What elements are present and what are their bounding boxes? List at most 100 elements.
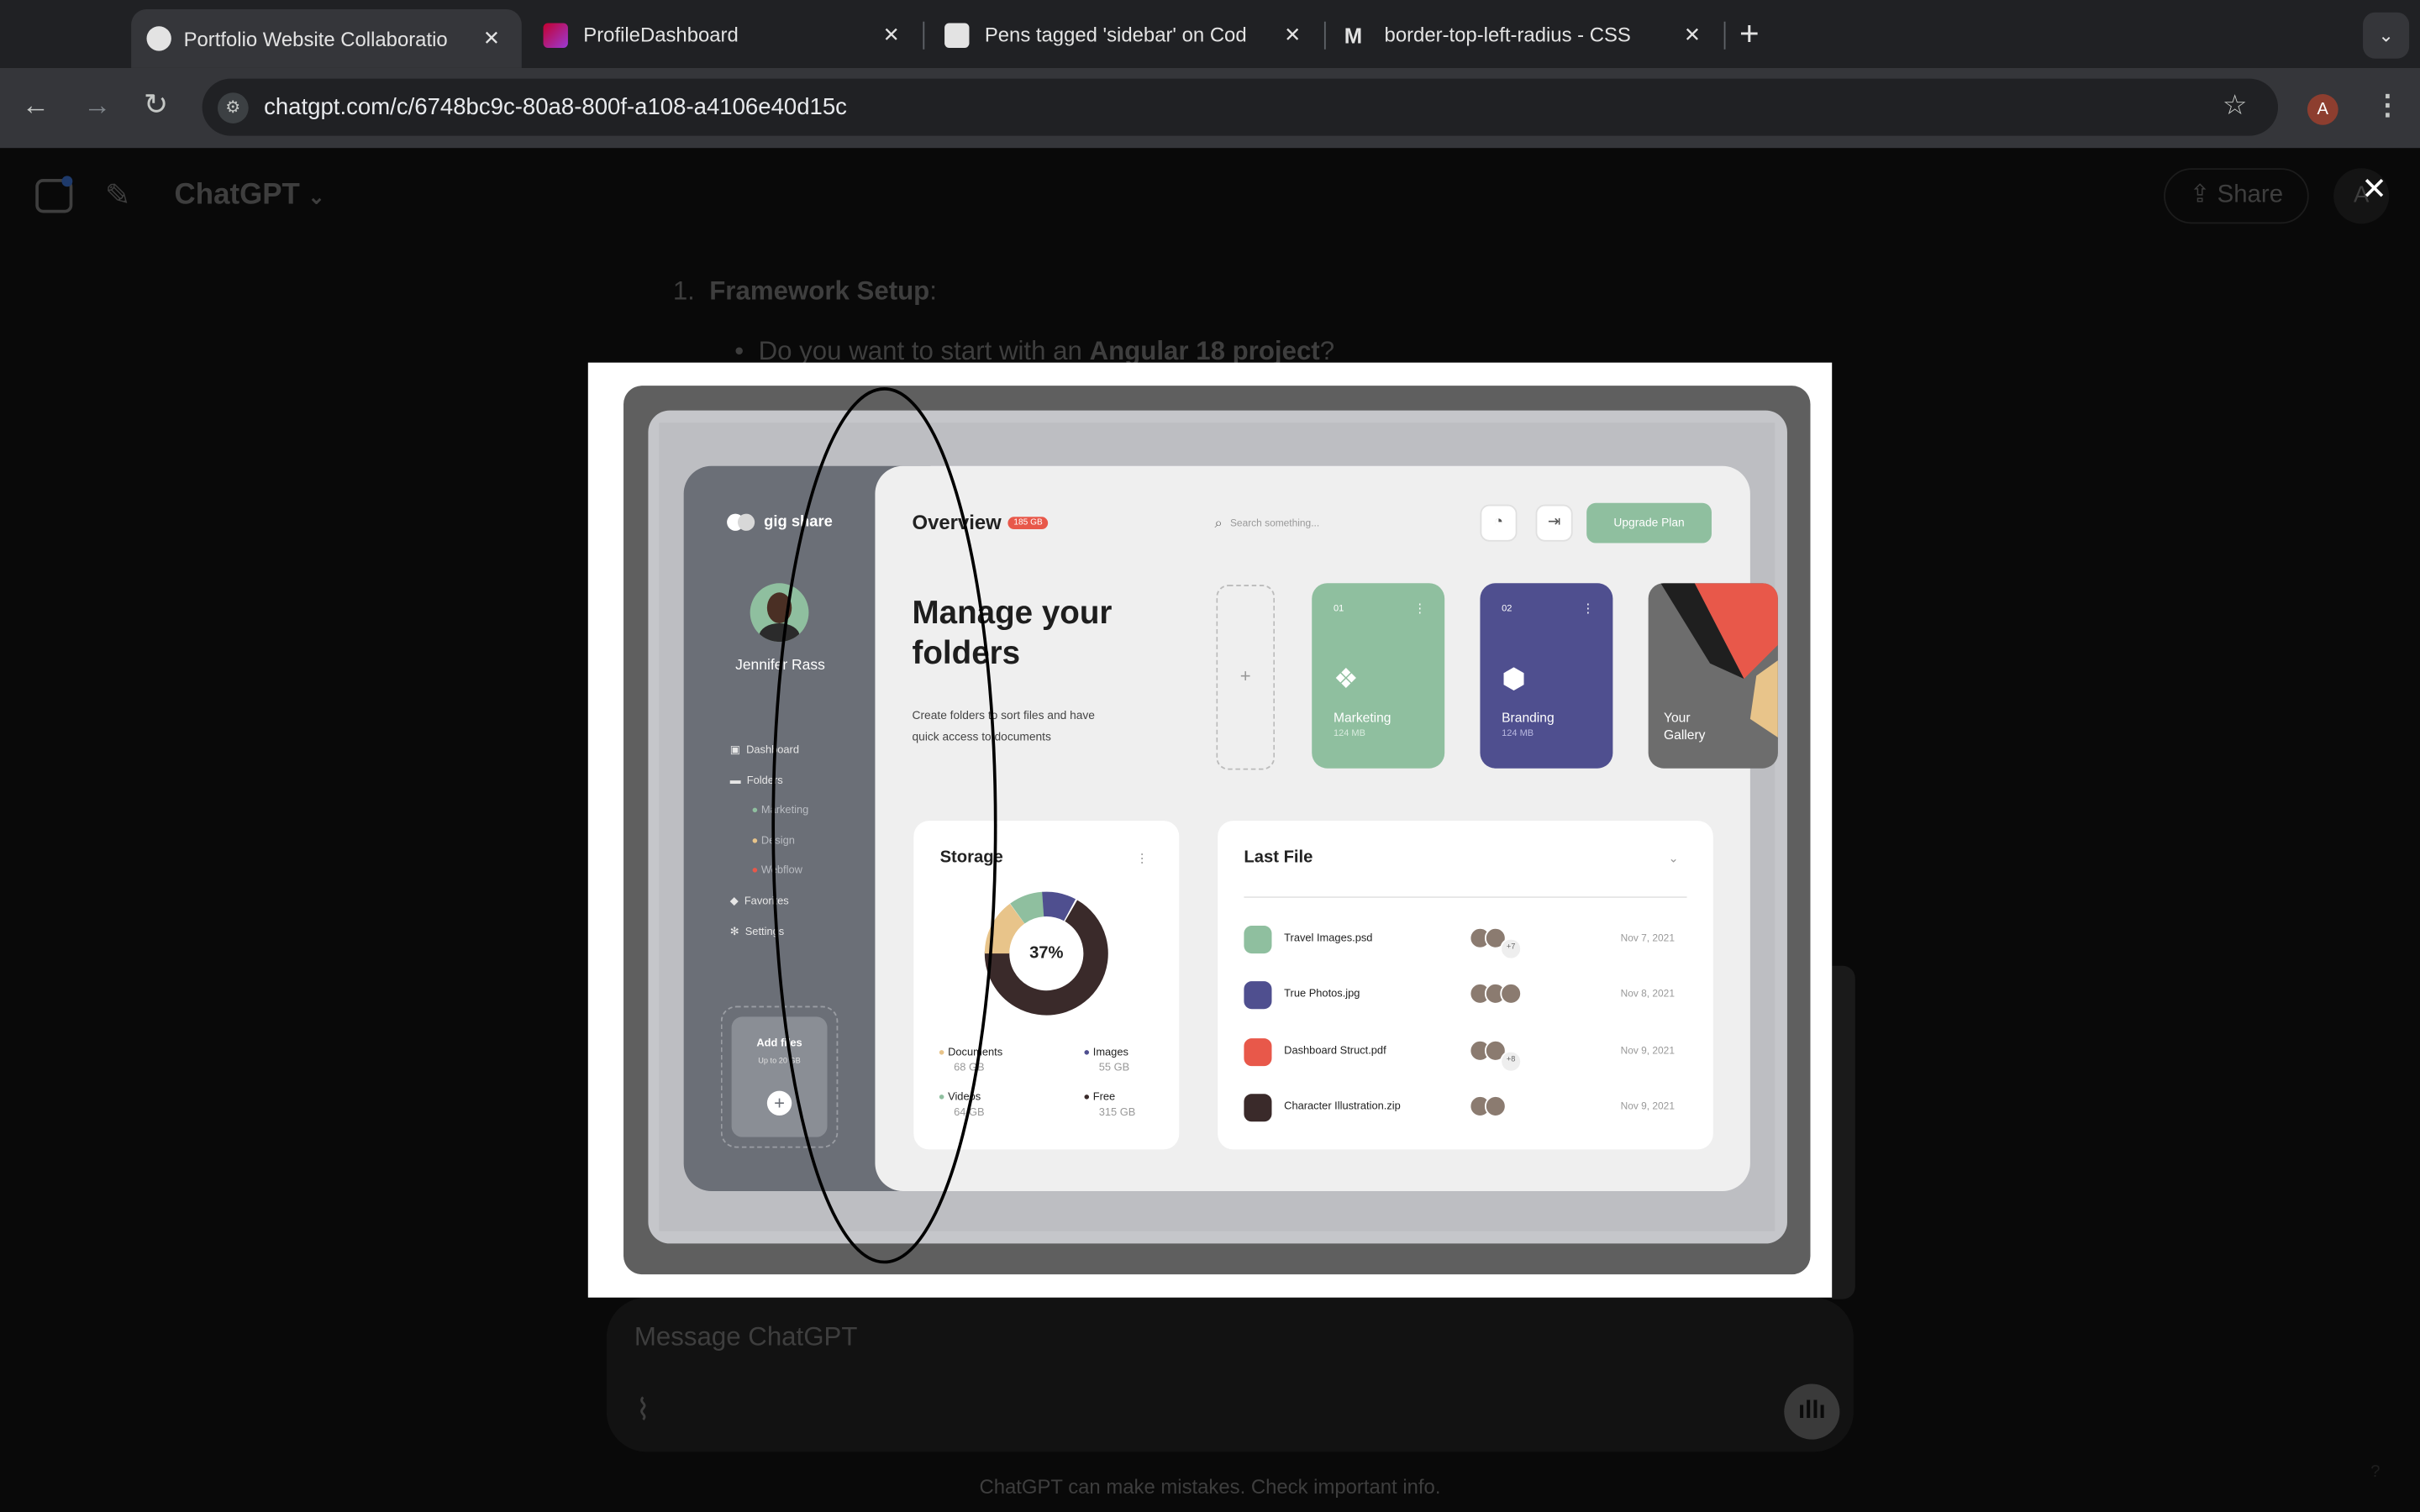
folder-card-branding[interactable]: 02 ⋮ ⬢ Branding 124 MB — [1480, 583, 1613, 769]
file-row[interactable]: True Photos.jpg Nov 8, 2021 — [1244, 981, 1686, 1010]
share-icon: ⇪ — [2189, 181, 2211, 208]
file-name: Dashboard Struct.pdf — [1284, 1046, 1386, 1058]
site-info-icon[interactable]: ⚙ — [217, 92, 249, 123]
bullet-suffix: ? — [1319, 336, 1335, 366]
file-icon — [1244, 981, 1272, 1010]
legend-value: 55 GB — [1098, 1063, 1130, 1074]
new-folder-button[interactable]: + — [1216, 585, 1276, 770]
address-bar[interactable]: ⚙ chatgpt.com/c/6748bc9c-80a8-800f-a108-… — [202, 78, 2279, 136]
branding-folder-icon: ⬢ — [1502, 663, 1527, 695]
composer[interactable]: Message ChatGPT ⌇ ıllı — [606, 1297, 1854, 1452]
tab-divider — [1323, 21, 1326, 50]
logout-icon[interactable]: ⇥ — [1535, 504, 1573, 542]
folder-card-gallery[interactable]: Your Gallery — [1648, 583, 1778, 769]
close-overlay-button[interactable]: ✕ — [2361, 170, 2387, 208]
folder-number: 02 — [1502, 605, 1512, 615]
voice-mode-button[interactable]: ıllı — [1784, 1383, 1840, 1440]
webflow-dot-icon: ● — [751, 866, 759, 877]
model-name: ChatGPT — [174, 179, 300, 212]
folder-name: Branding — [1502, 709, 1555, 726]
mdn-icon: M — [1344, 22, 1363, 48]
avatar-overflow: +7 — [1500, 937, 1523, 960]
model-selector[interactable]: ChatGPT ⌄ — [175, 179, 325, 213]
help-button[interactable]: ? — [2370, 1462, 2380, 1481]
file-date: Nov 9, 2021 — [1620, 1046, 1675, 1058]
scrollbar[interactable] — [1832, 965, 1855, 1299]
overview-badge: 185 GB — [1007, 516, 1050, 529]
folder-number: 01 — [1333, 605, 1344, 615]
folder-name: Marketing — [1333, 709, 1392, 726]
bell-icon[interactable]: ◔ — [1480, 504, 1518, 542]
tab-chatgpt[interactable]: Portfolio Website Collaboratio ✕ — [131, 9, 522, 68]
folder-size: 124 MB — [1502, 729, 1534, 739]
tab-divider — [923, 21, 925, 50]
legend-label: Images — [1092, 1047, 1128, 1059]
new-chat-icon[interactable]: ✎ — [105, 176, 131, 214]
marketing-folder-icon: ❖ — [1333, 663, 1359, 695]
file-date: Nov 8, 2021 — [1620, 989, 1675, 1000]
marketing-dot-icon: ● — [751, 806, 759, 816]
bullet-text: Do you want to start with an — [758, 336, 1090, 366]
attach-icon[interactable]: ⌇ — [636, 1394, 650, 1429]
more-icon[interactable]: ⋮ — [1582, 601, 1595, 616]
avatar — [1500, 983, 1523, 1005]
collaborator-avatars: +8 — [1469, 1039, 1523, 1073]
close-tab-icon[interactable]: ✕ — [1284, 24, 1301, 48]
list-heading: Framework Setup — [709, 276, 930, 306]
new-tab-button[interactable]: + — [1739, 14, 1760, 55]
message-input[interactable]: Message ChatGPT — [634, 1322, 858, 1353]
more-icon[interactable]: ⋮ — [1413, 601, 1426, 616]
file-name: Travel Images.psd — [1284, 933, 1373, 945]
angular-icon — [543, 22, 568, 48]
last-file-card: Last File ⌄ Travel Images.psd +7 Nov 7, … — [1218, 821, 1713, 1150]
avatar — [1484, 1095, 1507, 1117]
bookmark-star-icon[interactable]: ☆ — [2223, 90, 2248, 123]
chevron-down-icon[interactable]: ⌄ — [1669, 852, 1679, 866]
collaborator-avatars — [1469, 1095, 1507, 1125]
forward-icon[interactable]: → — [83, 90, 111, 123]
more-icon[interactable]: ⋮ — [1136, 852, 1149, 866]
share-label: Share — [2217, 181, 2284, 208]
tab-codepen[interactable]: Pens tagged 'sidebar' on Cod ✕ — [944, 13, 1307, 57]
share-button[interactable]: ⇪ Share — [2164, 168, 2309, 224]
legend-images: ● Images 55 GB — [1083, 1046, 1129, 1077]
legend-dot-icon: ● — [1083, 1092, 1091, 1104]
tab-strip: Portfolio Website Collaboratio ✕ Profile… — [0, 0, 2420, 68]
file-icon — [1244, 926, 1272, 954]
back-icon[interactable]: ← — [22, 90, 50, 123]
legend-label: Free — [1092, 1092, 1116, 1104]
reload-icon[interactable]: ↻ — [144, 88, 168, 123]
tab-divider — [1723, 21, 1726, 50]
close-tab-icon[interactable]: ✕ — [1684, 24, 1701, 48]
list-number: 1. — [672, 276, 695, 306]
codepen-icon — [944, 22, 970, 48]
divider — [1244, 896, 1687, 898]
tab-profiledashboard[interactable]: ProfileDashboard ✕ — [543, 13, 914, 57]
browser-menu-icon[interactable]: ⋮ — [2374, 90, 2402, 123]
brand-logo-icon — [737, 513, 755, 531]
list-colon: : — [929, 276, 937, 306]
file-row[interactable]: Dashboard Struct.pdf +8 Nov 9, 2021 — [1244, 1038, 1686, 1073]
disclaimer: ChatGPT can make mistakes. Check importa… — [979, 1474, 1441, 1499]
file-date: Nov 7, 2021 — [1620, 933, 1675, 945]
chevron-down-icon: ⌄ — [308, 185, 325, 208]
browser-toolbar: ← → ↻ ⚙ chatgpt.com/c/6748bc9c-80a8-800f… — [0, 67, 2420, 149]
file-date: Nov 9, 2021 — [1620, 1101, 1675, 1113]
profile-avatar[interactable]: A — [2307, 94, 2338, 125]
upgrade-plan-button[interactable]: Upgrade Plan — [1586, 502, 1712, 543]
file-icon — [1244, 1038, 1272, 1067]
notification-dot — [61, 176, 73, 187]
design-dot-icon: ● — [751, 836, 759, 847]
tab-search-button[interactable]: ⌄ — [2363, 12, 2410, 59]
openai-icon — [146, 26, 171, 51]
close-tab-icon[interactable]: ✕ — [883, 24, 900, 48]
folder-card-marketing[interactable]: 01 ⋮ ❖ Marketing 124 MB — [1312, 583, 1445, 769]
file-row[interactable]: Travel Images.psd +7 Nov 7, 2021 — [1244, 926, 1686, 960]
url-text[interactable]: chatgpt.com/c/6748bc9c-80a8-800f-a108-a4… — [264, 94, 847, 120]
file-row[interactable]: Character Illustration.zip Nov 9, 2021 — [1244, 1094, 1686, 1122]
last-file-title: Last File — [1244, 848, 1313, 868]
close-tab-icon[interactable]: ✕ — [483, 26, 500, 50]
tab-mdn[interactable]: M border-top-left-radius - CSS ✕ — [1344, 13, 1707, 57]
mock-search[interactable]: ⌕ Search something... — [1215, 515, 1320, 532]
bullet-bold: Angular 18 project — [1089, 336, 1320, 366]
